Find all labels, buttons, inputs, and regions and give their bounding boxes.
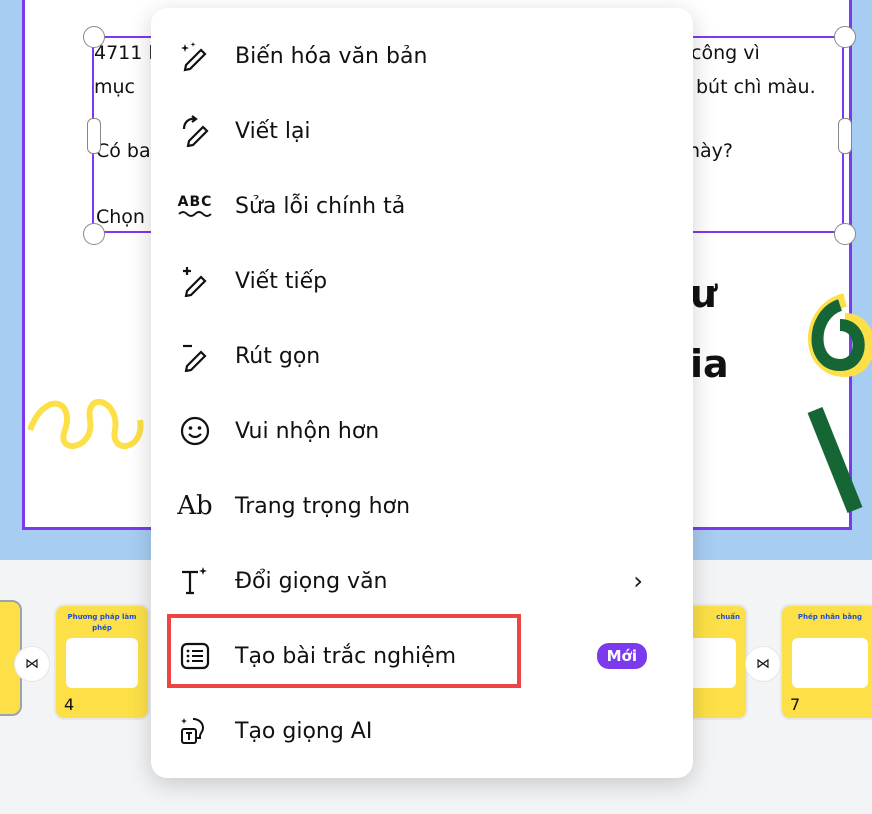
chevron-right-icon: › xyxy=(633,567,643,595)
transition-button[interactable]: ⋈ xyxy=(745,646,781,682)
rewrite-pencil-icon xyxy=(173,111,217,151)
resize-handle[interactable] xyxy=(838,118,852,154)
slide-heading: ia xyxy=(690,342,729,386)
thumbnail-title: chuẩn xyxy=(688,612,740,634)
decorative-swirl xyxy=(27,398,144,449)
menu-item-label: Đổi giọng văn xyxy=(235,568,388,594)
menu-item-change-tone[interactable]: Đổi giọng văn › xyxy=(173,553,673,609)
transition-button[interactable]: ⋈ xyxy=(14,646,50,682)
page-number: 7 xyxy=(790,695,801,714)
ab-glyph: Ab xyxy=(177,491,213,521)
menu-item-label: Sửa lỗi chính tả xyxy=(235,193,406,219)
resize-handle[interactable] xyxy=(834,26,856,48)
abc-glyph: ABC xyxy=(177,194,213,210)
menu-item-label: Viết lại xyxy=(235,118,311,144)
menu-item-ai-voice[interactable]: Tạo giọng AI xyxy=(173,703,673,759)
resize-handle[interactable] xyxy=(83,223,105,245)
resize-handle[interactable] xyxy=(834,223,856,245)
menu-item-more-fun[interactable]: Vui nhộn hơn xyxy=(173,403,673,459)
menu-item-label: Vui nhộn hơn xyxy=(235,418,380,444)
thumbnail-title: Phương pháp làm phép xyxy=(62,612,142,634)
menu-item-spellcheck[interactable]: ABC Sửa lỗi chính tả xyxy=(173,178,673,234)
text-tone-icon xyxy=(173,561,217,601)
menu-item-rewrite[interactable]: Viết lại xyxy=(173,103,673,159)
thumbnail-content xyxy=(792,638,868,688)
highlight-box xyxy=(167,614,521,688)
menu-item-label: Trang trọng hơn xyxy=(235,493,411,519)
page-number: 4 xyxy=(64,695,75,714)
slide-heading: ư xyxy=(690,272,718,316)
formal-text-icon: Ab xyxy=(173,486,217,526)
decorative-shape xyxy=(807,293,872,513)
new-badge: Mới xyxy=(596,643,647,669)
thumbnail-content xyxy=(66,638,138,688)
menu-item-label: Tạo giọng AI xyxy=(235,718,373,744)
menu-item-transform-text[interactable]: Biến hóa văn bản xyxy=(173,28,673,84)
page-thumbnail[interactable]: Phép nhân bằng 7 xyxy=(780,604,872,720)
menu-item-label: Biến hóa văn bản xyxy=(235,43,428,69)
ai-voice-icon xyxy=(173,711,217,751)
shorten-pencil-icon xyxy=(173,336,217,376)
magic-pencil-icon xyxy=(173,36,217,76)
resize-handle[interactable] xyxy=(87,118,101,154)
page-thumbnail[interactable]: Phương pháp làm phép 4 xyxy=(54,604,150,720)
thumbnail-title: Phép nhân bằng xyxy=(788,612,872,634)
menu-item-label: Viết tiếp xyxy=(235,268,328,294)
smiley-icon xyxy=(173,411,217,451)
menu-item-label: Rút gọn xyxy=(235,343,321,369)
continue-pencil-icon xyxy=(173,261,217,301)
resize-handle[interactable] xyxy=(83,26,105,48)
menu-item-continue-writing[interactable]: Viết tiếp xyxy=(173,253,673,309)
spellcheck-icon: ABC xyxy=(173,186,217,226)
menu-item-more-formal[interactable]: Ab Trang trọng hơn xyxy=(173,478,673,534)
menu-item-shorten[interactable]: Rút gọn xyxy=(173,328,673,384)
